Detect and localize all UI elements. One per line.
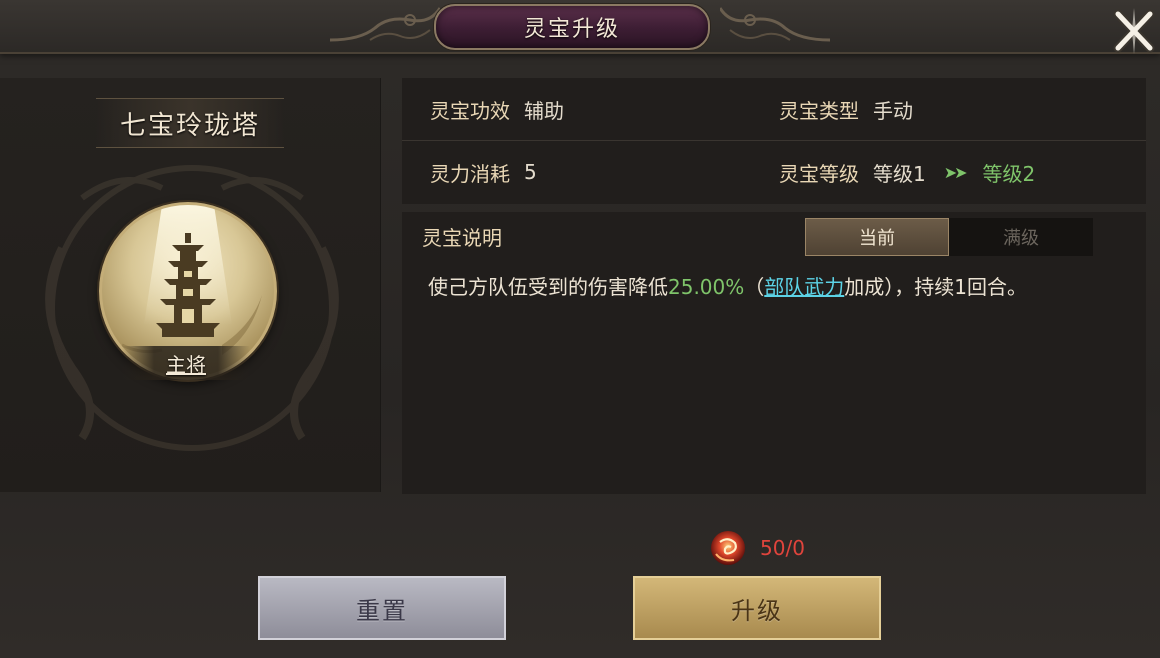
close-button[interactable] bbox=[1112, 6, 1156, 56]
reset-button[interactable]: 重置 bbox=[258, 576, 506, 640]
level-tabs: 当前 满级 bbox=[805, 218, 1093, 256]
upgrade-dialog: 灵宝升级 七宝玲珑塔 主将 灵宝功效 辅助 灵宝类型 手动 灵力消耗 5 灵宝等… bbox=[0, 0, 1160, 658]
role-tag[interactable]: 主将 bbox=[122, 346, 250, 380]
cloud-ornament-left bbox=[330, 7, 440, 42]
description-text-end: 加成），持续1回合。 bbox=[844, 275, 1027, 299]
paren-open: （ bbox=[744, 275, 765, 299]
attribute-row: 灵力消耗 5 灵宝等级 等级1 ➤➤ 等级2 bbox=[402, 141, 1146, 203]
type-value: 手动 bbox=[873, 98, 913, 123]
item-name-plate: 七宝玲珑塔 bbox=[96, 98, 284, 148]
spirit-cost-value: 5 bbox=[524, 160, 537, 184]
effect-cell: 灵宝功效 辅助 bbox=[430, 78, 564, 140]
level-label: 灵宝等级 bbox=[779, 161, 859, 186]
type-label: 灵宝类型 bbox=[779, 98, 859, 123]
dialog-title: 灵宝升级 bbox=[523, 17, 620, 42]
item-name: 七宝玲珑塔 bbox=[119, 110, 260, 141]
effect-value: 辅助 bbox=[524, 98, 564, 123]
double-arrow-icon: ➤➤ bbox=[943, 162, 968, 182]
spirit-orb-icon bbox=[711, 531, 745, 565]
upgrade-cost: 50/0 bbox=[708, 526, 805, 570]
level-cell: 灵宝等级 等级1 ➤➤ 等级2 bbox=[779, 141, 1035, 203]
description-text: 使己方队伍受到的伤害降低25.00%（部队武力加成），持续1回合。 bbox=[428, 272, 1128, 302]
item-preview-panel: 七宝玲珑塔 主将 bbox=[0, 78, 381, 492]
attribute-row: 灵宝功效 辅助 灵宝类型 手动 bbox=[402, 78, 1146, 141]
spirit-cost-label: 灵力消耗 bbox=[430, 161, 510, 186]
tab-max-level[interactable]: 满级 bbox=[949, 218, 1093, 256]
cost-value: 50/0 bbox=[760, 536, 805, 560]
attribute-panel: 灵宝功效 辅助 灵宝类型 手动 灵力消耗 5 灵宝等级 等级1 ➤➤ 等级2 bbox=[402, 78, 1146, 204]
description-title: 灵宝说明 bbox=[422, 226, 502, 250]
title-bar: 灵宝升级 bbox=[0, 0, 1160, 54]
description-panel: 灵宝说明 当前 满级 使己方队伍受到的伤害降低25.00%（部队武力加成），持续… bbox=[402, 212, 1146, 494]
cloud-ornament-right bbox=[720, 7, 830, 42]
close-x-icon bbox=[1113, 8, 1155, 54]
type-cell: 灵宝类型 手动 bbox=[779, 78, 913, 140]
effect-label: 灵宝功效 bbox=[430, 98, 510, 123]
upgrade-button[interactable]: 升级 bbox=[633, 576, 881, 640]
title-plaque: 灵宝升级 bbox=[434, 4, 710, 50]
tab-current[interactable]: 当前 bbox=[805, 218, 949, 256]
troop-force-link[interactable]: 部队武力 bbox=[764, 275, 844, 299]
level-next: 等级2 bbox=[982, 161, 1036, 186]
description-text-start: 使己方队伍受到的伤害降低 bbox=[428, 275, 668, 299]
spirit-cost-cell: 灵力消耗 5 bbox=[430, 141, 537, 203]
damage-reduction-value: 25.00% bbox=[668, 275, 745, 299]
level-current: 等级1 bbox=[873, 161, 926, 186]
role-tag-label: 主将 bbox=[166, 352, 206, 377]
